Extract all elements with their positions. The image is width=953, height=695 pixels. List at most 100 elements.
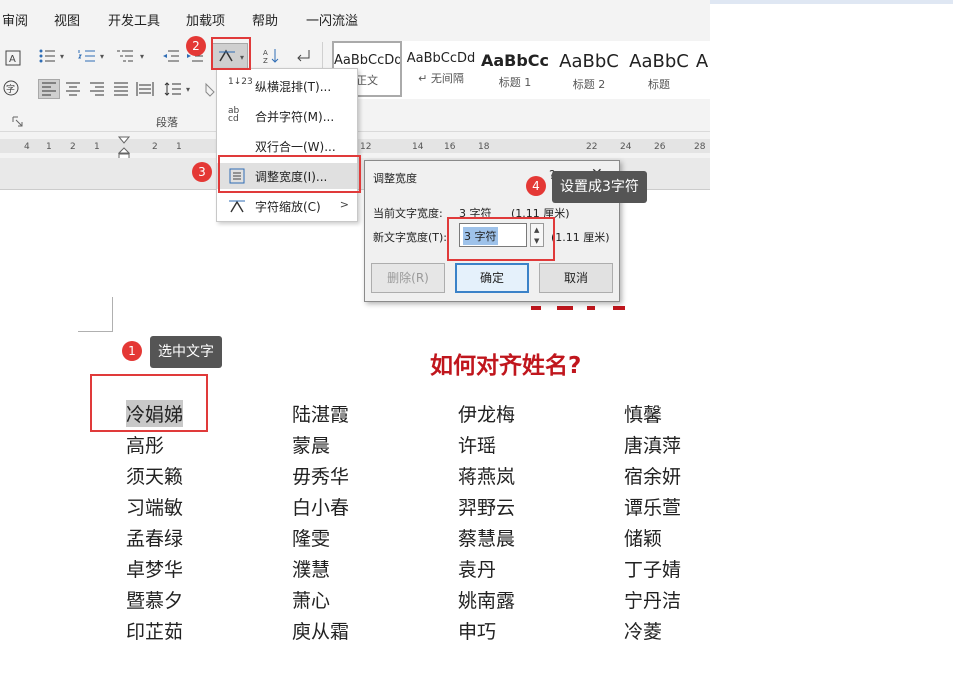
menu-review[interactable]: 审阅 — [2, 10, 28, 29]
chevron-down-icon[interactable]: ▾ — [100, 52, 104, 61]
name-cell[interactable]: 储颖 — [624, 524, 662, 551]
menu-help[interactable]: 帮助 — [252, 10, 278, 29]
name-cell[interactable]: 毋秀华 — [292, 462, 349, 489]
name-cell[interactable]: 姚南露 — [458, 586, 515, 613]
name-cell[interactable]: 濮慧 — [292, 555, 330, 582]
style-name: 标题 — [648, 78, 670, 91]
style-sample: AaBbC — [559, 51, 619, 72]
style-name: 标题 1 — [498, 76, 532, 89]
cancel-button[interactable]: 取消 — [539, 263, 613, 293]
ruler-tick: 2 — [152, 142, 158, 152]
name-cell[interactable]: 蒙晨 — [292, 431, 330, 458]
chevron-down-icon[interactable]: ▾ — [60, 52, 64, 61]
name-cell[interactable]: 萧心 — [292, 586, 330, 613]
style-sample: AaBbC — [629, 51, 689, 72]
partial-heading-stroke — [613, 306, 625, 310]
menu-item-combine-characters[interactable]: ab cd 合并字符(M)... — [217, 103, 357, 129]
new-width-cm: (1.11 厘米) — [551, 231, 610, 244]
step-badge-4: 4 — [526, 176, 546, 196]
partial-heading-stroke — [531, 306, 541, 310]
name-cell[interactable]: 白小春 — [292, 493, 349, 520]
chevron-right-icon: > — [339, 198, 349, 211]
menu-item-label: 双行合一(W)... — [255, 140, 336, 154]
name-cell[interactable]: 袁丹 — [458, 555, 496, 582]
ruler-tick: 14 — [412, 142, 424, 152]
name-cell[interactable]: 印芷茹 — [126, 617, 183, 644]
style-sample: AaBbCcDd — [406, 51, 476, 66]
ruler-tick: 28 — [694, 142, 706, 152]
distributed-icon[interactable] — [136, 81, 154, 97]
align-left-button[interactable] — [38, 79, 60, 99]
name-cell[interactable]: 羿野云 — [458, 493, 515, 520]
name-cell[interactable]: 暨慕夕 — [126, 586, 183, 613]
menu-yishan[interactable]: 一闪流溢 — [306, 10, 358, 29]
menu-item-vertical-in-horizontal[interactable]: 1↓23 纵横混排(T)... — [217, 73, 357, 99]
ruler-tick: 22 — [586, 142, 598, 152]
decrease-indent-icon[interactable] — [162, 48, 180, 64]
style-more[interactable]: A — [694, 41, 710, 97]
name-cell[interactable]: 慎馨 — [624, 400, 662, 427]
align-left-icon — [40, 81, 58, 97]
style-sample: A — [695, 51, 709, 72]
name-cell[interactable]: 习端敏 — [126, 493, 183, 520]
name-cell[interactable]: 冷菱 — [624, 617, 662, 644]
show-marks-icon[interactable] — [294, 48, 312, 64]
name-cell[interactable]: 宿余妍 — [624, 462, 681, 489]
menu-developer[interactable]: 开发工具 — [108, 10, 160, 29]
new-width-label: 新文字宽度(T): — [373, 231, 448, 244]
name-cell[interactable]: 庾从霜 — [292, 617, 349, 644]
name-cell[interactable]: 唐滇萍 — [624, 431, 681, 458]
name-cell[interactable]: 蔡慧晨 — [458, 524, 515, 551]
character-phonetic-icon[interactable]: 字 — [2, 80, 20, 96]
step-badge-1: 1 — [122, 341, 142, 361]
align-center-icon[interactable] — [64, 81, 82, 97]
highlight-selected-name — [90, 374, 208, 432]
styles-gallery: AaBbCcDd 正文 AaBbCcDd ↵ 无间隔 AaBbCc 标题 1 A… — [332, 41, 710, 99]
chevron-down-icon[interactable]: ▾ — [140, 52, 144, 61]
name-cell[interactable]: 蒋燕岚 — [458, 462, 515, 489]
name-cell[interactable]: 宁丹洁 — [624, 586, 681, 613]
name-cell[interactable]: 隆雯 — [292, 524, 330, 551]
name-cell[interactable]: 须天籁 — [126, 462, 183, 489]
ruler-tick: 1 — [46, 142, 52, 152]
name-cell[interactable]: 谭乐萱 — [624, 493, 681, 520]
numbered-list-icon[interactable] — [78, 48, 96, 64]
ruler-tick: 1 — [176, 142, 182, 152]
align-right-icon[interactable] — [88, 81, 106, 97]
dialog-title: 调整宽度 — [373, 172, 417, 185]
delete-button[interactable]: 删除(R) — [371, 263, 445, 293]
ok-button[interactable]: 确定 — [455, 263, 529, 293]
style-title[interactable]: AaBbC 标题 — [624, 41, 694, 97]
menu-view[interactable]: 视图 — [54, 10, 80, 29]
sort-icon[interactable]: AZ — [262, 48, 280, 64]
dialog-launcher-icon[interactable] — [12, 116, 24, 128]
style-no-spacing[interactable]: AaBbCcDd ↵ 无间隔 — [406, 41, 476, 97]
text-box-icon[interactable]: A — [4, 50, 22, 66]
name-cell[interactable]: 陆湛霞 — [292, 400, 349, 427]
character-scaling-icon — [228, 197, 246, 215]
vertical-in-horizontal-icon: 1↓23 — [228, 77, 253, 87]
page-corner-mark — [78, 331, 113, 332]
name-cell[interactable]: 孟春绿 — [126, 524, 183, 551]
menu-item-character-scaling[interactable]: 字符缩放(C) > — [217, 193, 357, 219]
style-heading-2[interactable]: AaBbC 标题 2 — [554, 41, 624, 97]
highlight-width-input — [447, 217, 555, 261]
name-cell[interactable]: 丁子婧 — [624, 555, 681, 582]
svg-text:A: A — [9, 54, 16, 65]
line-spacing-icon[interactable] — [164, 81, 182, 97]
name-cell[interactable]: 伊龙梅 — [458, 400, 515, 427]
style-heading-1[interactable]: AaBbCc 标题 1 — [480, 41, 550, 97]
name-cell[interactable]: 高彤 — [126, 431, 164, 458]
bullet-list-icon[interactable] — [38, 48, 56, 64]
name-cell[interactable]: 许瑶 — [458, 431, 496, 458]
ruler-tick: 24 — [620, 142, 632, 152]
name-cell[interactable]: 卓梦华 — [126, 555, 183, 582]
name-cell[interactable]: 申巧 — [458, 617, 496, 644]
ruler-tick: 2 — [70, 142, 76, 152]
menu-addins[interactable]: 加载项 — [186, 10, 225, 29]
multilevel-list-icon[interactable] — [116, 48, 134, 64]
highlight-fit-text-item — [218, 155, 361, 193]
chevron-down-icon[interactable]: ▾ — [186, 85, 190, 94]
ruler-tick: 4 — [24, 142, 30, 152]
justify-icon[interactable] — [112, 81, 130, 97]
